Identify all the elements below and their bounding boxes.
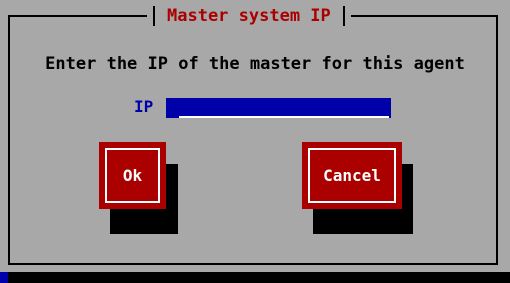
dialog-prompt: Enter the IP of the master for this agen… — [45, 54, 465, 74]
screen-bottom-shadow — [0, 272, 510, 283]
cancel-button-label: Cancel — [308, 148, 396, 203]
dialog-title: Master system IP — [167, 6, 331, 26]
ip-label: IP — [134, 97, 154, 116]
screen-background-edge — [0, 272, 8, 283]
ok-button[interactable]: Ok — [99, 142, 166, 209]
ok-button-label: Ok — [105, 148, 160, 203]
dialog-title-wrap: Master system IP — [147, 5, 351, 27]
cancel-button[interactable]: Cancel — [302, 142, 402, 209]
title-right-bar — [342, 6, 345, 26]
ip-input-cursor-line — [179, 116, 389, 118]
ip-input[interactable] — [166, 98, 391, 118]
master-ip-dialog: Master system IP Enter the IP of the mas… — [0, 0, 510, 272]
